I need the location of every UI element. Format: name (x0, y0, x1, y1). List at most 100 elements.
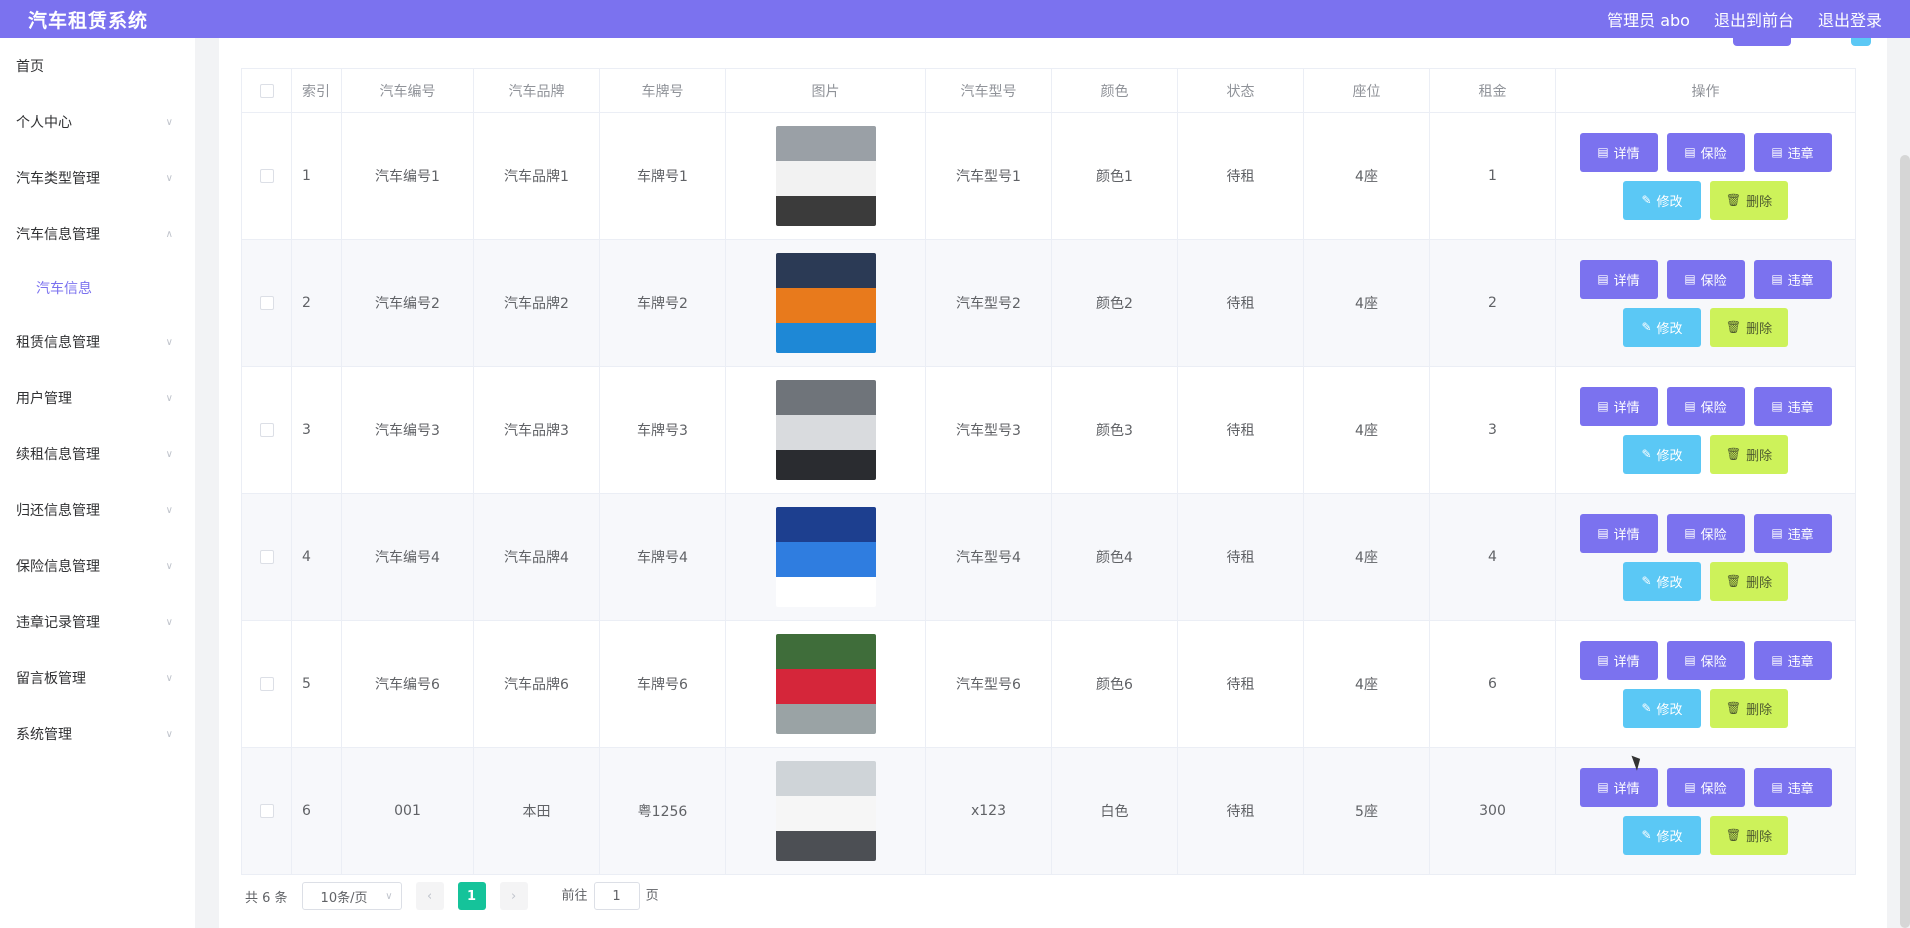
top-action-button[interactable] (1851, 38, 1871, 46)
delete-button[interactable]: 🗑 删除 (1710, 688, 1788, 728)
edit-button[interactable]: ✎ 修改 (1623, 434, 1701, 474)
insurance-button[interactable]: ▤ 保险 (1666, 259, 1745, 299)
delete-button[interactable]: 🗑 删除 (1710, 180, 1788, 220)
insurance-button[interactable]: ▤ 保险 (1666, 513, 1745, 553)
sidebar-item-car-info-mgmt[interactable]: 汽车信息管理 ∧ (0, 206, 195, 262)
violation-button[interactable]: ▤ 违章 (1753, 767, 1832, 807)
violation-button[interactable]: ▤ 违章 (1753, 132, 1832, 172)
cell-seats: 4座 (1303, 239, 1430, 367)
goto-page-input[interactable]: 1 (593, 882, 640, 910)
edit-button[interactable]: ✎ 修改 (1623, 180, 1701, 220)
cell-actions: ▤ 详情 ▤ 保险 ▤ 违章 ✎ 修改 🗑 删除 (1555, 239, 1856, 367)
document-icon: ▤ (1597, 653, 1609, 667)
prev-page-button[interactable]: ‹ (415, 882, 444, 910)
cell-status: 待租 (1177, 747, 1304, 875)
col-header-rent: 租金 (1429, 68, 1556, 113)
edit-button[interactable]: ✎ 修改 (1623, 815, 1701, 855)
cell-status: 待租 (1177, 620, 1304, 748)
row-checkbox[interactable] (241, 366, 292, 494)
select-all-checkbox[interactable] (241, 68, 292, 113)
row-checkbox[interactable] (241, 112, 292, 240)
cell-seats: 5座 (1303, 747, 1430, 875)
cell-code: 汽车编号4 (341, 493, 474, 621)
insurance-button[interactable]: ▤ 保险 (1666, 767, 1745, 807)
cell-model: 汽车型号1 (925, 112, 1052, 240)
cell-code: 汽车编号3 (341, 366, 474, 494)
sidebar-item-violation[interactable]: 违章记录管理 ∨ (0, 594, 195, 650)
sidebar-item-return[interactable]: 归还信息管理 ∨ (0, 482, 195, 538)
car-photo[interactable] (775, 761, 876, 861)
violation-button[interactable]: ▤ 违章 (1753, 513, 1832, 553)
detail-button[interactable]: ▤ 详情 (1579, 259, 1658, 299)
cell-plate: 车牌号2 (599, 239, 726, 367)
car-photo[interactable] (775, 253, 876, 353)
delete-button[interactable]: 🗑 删除 (1710, 434, 1788, 474)
detail-button[interactable]: ▤ 详情 (1579, 386, 1658, 426)
cell-status: 待租 (1177, 239, 1304, 367)
cell-index: 4 (291, 493, 342, 621)
document-icon: ▤ (1684, 272, 1696, 286)
car-photo[interactable] (775, 380, 876, 480)
col-header-color: 颜色 (1051, 68, 1178, 113)
sidebar-item-system[interactable]: 系统管理 ∨ (0, 706, 195, 762)
insurance-button[interactable]: ▤ 保险 (1666, 640, 1745, 680)
detail-button[interactable]: ▤ 详情 (1579, 767, 1658, 807)
cell-brand: 汽车品牌2 (473, 239, 600, 367)
total-count: 共 6 条 (245, 890, 288, 906)
top-header: 汽车租赁系统 管理员 abo 退出到前台 退出登录 (0, 0, 1910, 38)
cell-plate: 车牌号4 (599, 493, 726, 621)
table-row: 5 汽车编号6 汽车品牌6 车牌号6 汽车型号6 颜色6 待租 4座 6 ▤ 详情… (241, 620, 1856, 748)
car-photo[interactable] (775, 507, 876, 607)
delete-button[interactable]: 🗑 删除 (1710, 815, 1788, 855)
row-checkbox[interactable] (241, 239, 292, 367)
car-photo[interactable] (775, 126, 876, 226)
insurance-button[interactable]: ▤ 保险 (1666, 386, 1745, 426)
edit-button[interactable]: ✎ 修改 (1623, 307, 1701, 347)
delete-button[interactable]: 🗑 删除 (1710, 561, 1788, 601)
edit-button[interactable]: ✎ 修改 (1623, 688, 1701, 728)
detail-button[interactable]: ▤ 详情 (1579, 640, 1658, 680)
app-title: 汽车租赁系统 (28, 9, 149, 32)
exit-to-front-link[interactable]: 退出到前台 (1714, 7, 1794, 31)
sidebar-item-renewal[interactable]: 续租信息管理 ∨ (0, 426, 195, 482)
next-page-button[interactable]: › (499, 882, 528, 910)
sidebar-item-messages[interactable]: 留言板管理 ∨ (0, 650, 195, 706)
detail-button[interactable]: ▤ 详情 (1579, 513, 1658, 553)
cell-image (725, 366, 926, 494)
cell-seats: 4座 (1303, 366, 1430, 494)
table-row: 3 汽车编号3 汽车品牌3 车牌号3 汽车型号3 颜色3 待租 4座 3 ▤ 详情… (241, 366, 1856, 494)
top-action-button[interactable] (1733, 38, 1791, 46)
delete-button[interactable]: 🗑 删除 (1710, 307, 1788, 347)
col-header-code: 汽车编号 (341, 68, 474, 113)
sidebar-item-car-type[interactable]: 汽车类型管理 ∨ (0, 150, 195, 206)
sidebar-item-insurance[interactable]: 保险信息管理 ∨ (0, 538, 195, 594)
sidebar-item-home[interactable]: 首页 (0, 38, 195, 94)
row-checkbox[interactable] (241, 620, 292, 748)
violation-button[interactable]: ▤ 违章 (1753, 640, 1832, 680)
violation-button[interactable]: ▤ 违章 (1753, 386, 1832, 426)
col-header-image: 图片 (725, 68, 926, 113)
edit-button[interactable]: ✎ 修改 (1623, 561, 1701, 601)
cell-model: 汽车型号3 (925, 366, 1052, 494)
sidebar-item-rental[interactable]: 租赁信息管理 ∨ (0, 314, 195, 370)
row-checkbox[interactable] (241, 493, 292, 621)
detail-button[interactable]: ▤ 详情 (1579, 132, 1658, 172)
logout-link[interactable]: 退出登录 (1818, 7, 1882, 31)
car-photo[interactable] (775, 634, 876, 734)
document-icon: ▤ (1684, 780, 1696, 794)
cell-color: 颜色3 (1051, 366, 1178, 494)
sidebar-item-users[interactable]: 用户管理 ∨ (0, 370, 195, 426)
row-checkbox[interactable] (241, 747, 292, 875)
page-scrollbar[interactable] (1900, 155, 1910, 928)
page-number-current[interactable]: 1 (457, 882, 486, 910)
edit-icon: ✎ (1641, 701, 1652, 715)
sidebar-subitem-car-info[interactable]: 汽车信息 (0, 262, 195, 314)
document-icon: ▤ (1684, 526, 1696, 540)
col-header-index: 索引 (291, 68, 342, 113)
page-size-select[interactable]: 10条/页 ∨ (301, 882, 402, 910)
insurance-button[interactable]: ▤ 保险 (1666, 132, 1745, 172)
document-icon: ▤ (1684, 145, 1696, 159)
cell-color: 颜色4 (1051, 493, 1178, 621)
sidebar-item-personal[interactable]: 个人中心 ∨ (0, 94, 195, 150)
violation-button[interactable]: ▤ 违章 (1753, 259, 1832, 299)
